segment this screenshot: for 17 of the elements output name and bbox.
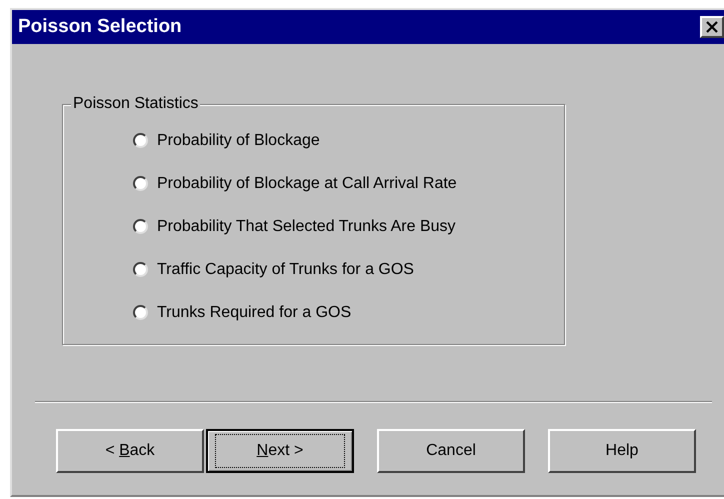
option-label: Traffic Capacity of Trunks for a GOS (157, 260, 414, 280)
radio-button[interactable] (133, 262, 148, 277)
option-label: Trunks Required for a GOS (157, 302, 352, 322)
close-icon (706, 21, 718, 33)
option-label: Probability of Blockage (157, 130, 320, 150)
dialog-button[interactable]: Next > (206, 429, 354, 473)
option-label: Probability That Selected Trunks Are Busy (157, 216, 456, 236)
dialog-button[interactable]: Help (548, 429, 696, 473)
window-title: Poisson Selection (18, 14, 183, 39)
dialog-button[interactable]: < Back (56, 429, 204, 473)
radio-button[interactable] (133, 305, 148, 320)
dialog-button[interactable]: Cancel (377, 429, 525, 473)
option-label: Probability of Blockage at Call Arrival Rate (157, 174, 457, 194)
radio-button[interactable] (133, 133, 148, 148)
radio-button[interactable] (133, 176, 148, 191)
close-button[interactable] (700, 16, 724, 38)
radio-button[interactable] (133, 219, 148, 234)
